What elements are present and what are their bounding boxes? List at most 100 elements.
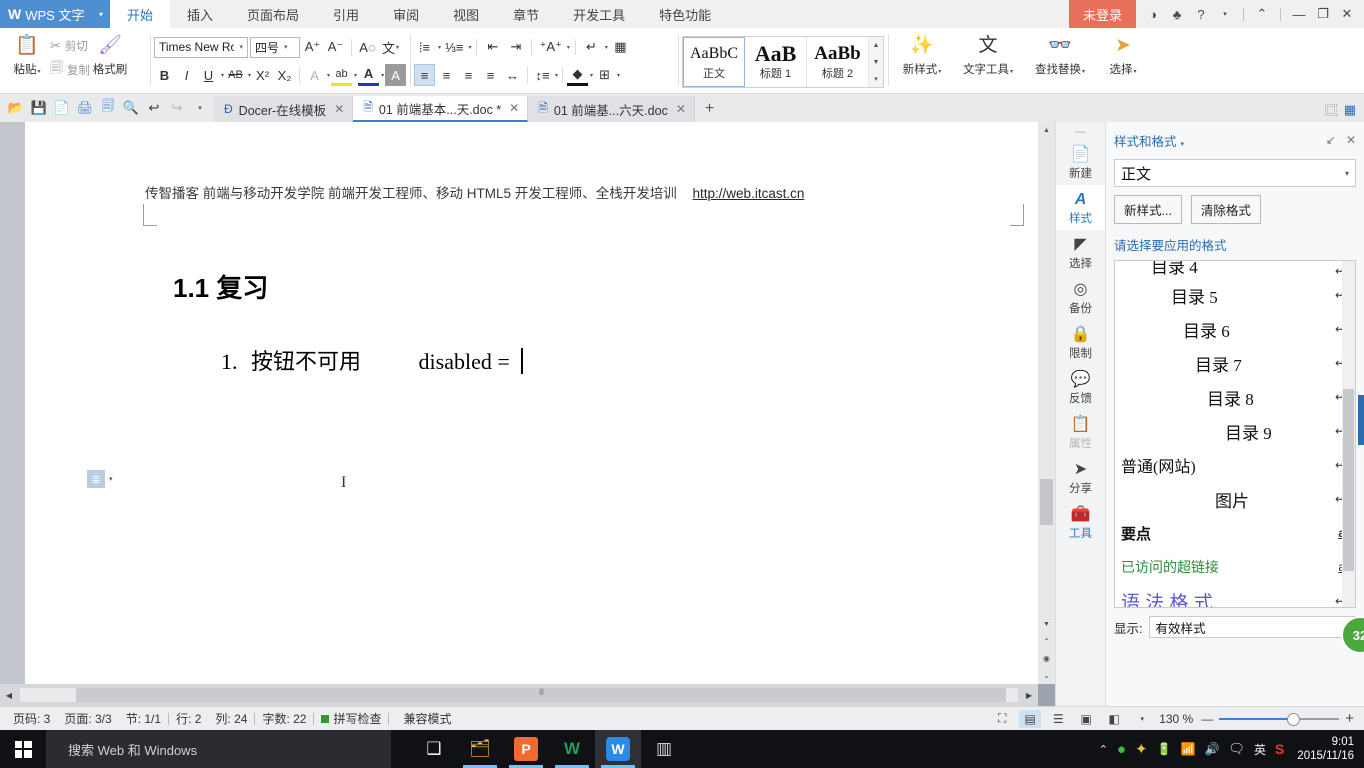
zoom-in-button[interactable]: + bbox=[1345, 710, 1354, 727]
help-icon[interactable]: ? bbox=[1190, 3, 1212, 25]
align-right-button[interactable]: ≡ bbox=[458, 64, 479, 86]
outline-view-button[interactable]: ☰ bbox=[1047, 710, 1069, 728]
shading-button[interactable]: ◆ bbox=[567, 64, 589, 86]
print-preview-icon[interactable]: 🗐 bbox=[98, 97, 118, 119]
zoom-slider[interactable] bbox=[1219, 712, 1340, 726]
select-button[interactable]: ➤ 选择▾ bbox=[1096, 31, 1150, 77]
style-gallery-item-normal[interactable]: AaBbC 正文 bbox=[683, 37, 745, 87]
chevron-down-icon[interactable]: ▾ bbox=[438, 44, 441, 51]
qat-more-icon[interactable]: ▾ bbox=[190, 97, 210, 119]
wps-brand-button[interactable]: W WPS 文字 ▾ bbox=[0, 0, 110, 28]
increase-indent-button[interactable]: ⇥ bbox=[505, 36, 526, 58]
scroll-right-icon[interactable]: ▶ bbox=[1020, 686, 1038, 704]
action-center-icon[interactable]: 🗨 bbox=[1228, 741, 1245, 757]
show-formatting-marks-button[interactable]: ↵ bbox=[581, 36, 602, 58]
export-pdf-icon[interactable]: 📄 bbox=[52, 97, 72, 119]
chevron-down-icon[interactable]: ▾ bbox=[381, 72, 384, 79]
style-list-item[interactable]: 图片 ↵ bbox=[1115, 482, 1355, 516]
wps-writer-button[interactable]: W bbox=[595, 730, 641, 768]
new-style-button[interactable]: 新样式... bbox=[1114, 195, 1182, 224]
full-screen-view-button[interactable]: ⛶ bbox=[991, 710, 1013, 728]
document-page[interactable]: 传智播客 前端与移动开发学院 前端开发工程师、移动 HTML5 开发工程师、全栈… bbox=[25, 122, 1038, 684]
pinyin-guide-button[interactable]: 文 ▾ bbox=[380, 36, 401, 58]
tab-references[interactable]: 引用 bbox=[316, 0, 376, 28]
scroll-thumb[interactable] bbox=[1343, 389, 1354, 571]
chevron-down-icon[interactable]: ▾ bbox=[1345, 169, 1349, 178]
chevron-down-icon[interactable]: ▾ bbox=[396, 44, 399, 51]
style-list-item[interactable]: 目录 7 ↵ bbox=[1115, 346, 1355, 380]
zoom-slider-handle[interactable] bbox=[1287, 712, 1301, 726]
style-list-item[interactable]: 普通(网站) ↵ bbox=[1115, 448, 1355, 482]
document-vertical-scrollbar[interactable]: ▲ ▼ ⌃ ◉ ⌄ bbox=[1038, 122, 1055, 684]
style-list-scrollbar[interactable] bbox=[1342, 261, 1355, 607]
align-center-button[interactable]: ≡ bbox=[436, 64, 457, 86]
style-list-item[interactable]: 语 法 格 式 ↵ bbox=[1115, 584, 1355, 608]
close-icon[interactable]: ✕ bbox=[334, 102, 344, 116]
chevron-down-icon[interactable]: ▾ bbox=[938, 69, 941, 75]
style-list-item[interactable]: 目录 4 ↵ bbox=[1115, 261, 1355, 278]
chevron-down-icon[interactable]: ▾ bbox=[1082, 69, 1085, 75]
chevron-down-icon[interactable]: ▾ bbox=[354, 72, 357, 79]
tab-special-features[interactable]: 特色功能 bbox=[642, 0, 728, 28]
bold-button[interactable]: B bbox=[154, 64, 175, 86]
start-button[interactable] bbox=[0, 730, 46, 768]
underline-button[interactable]: U bbox=[198, 64, 219, 86]
clear-format-button[interactable]: 清除格式 bbox=[1190, 195, 1261, 224]
borders-button[interactable]: ⊞ bbox=[594, 64, 615, 86]
save-icon[interactable]: 💾 bbox=[29, 97, 49, 119]
subscript-button[interactable]: X₂ bbox=[274, 64, 295, 86]
file-explorer-button[interactable]: 🗂 bbox=[457, 730, 503, 768]
scroll-up-icon[interactable]: ▲ bbox=[1038, 122, 1055, 139]
style-list-item[interactable]: 已访问的超链接 a bbox=[1115, 550, 1355, 584]
chevron-down-icon[interactable]: ▾ bbox=[555, 72, 558, 79]
collapse-ribbon-icon[interactable]: ⌃ bbox=[1251, 3, 1273, 25]
wps-presentation-button[interactable]: P bbox=[503, 730, 549, 768]
style-gallery-item-heading2[interactable]: AaBb 标题 2 bbox=[807, 37, 869, 87]
chevron-down-icon[interactable]: ▾ bbox=[37, 69, 40, 75]
update-icon[interactable]: ✦ bbox=[1135, 740, 1148, 758]
chevron-down-icon[interactable]: ▾ bbox=[1131, 710, 1153, 728]
rail-item-select[interactable]: ◤ 选择 bbox=[1056, 230, 1106, 275]
style-list-item[interactable]: 目录 5 ↵ bbox=[1115, 278, 1355, 312]
chevron-down-icon[interactable]: ▾ bbox=[1133, 69, 1136, 75]
copy-button[interactable]: 🗐 复制 bbox=[50, 59, 90, 81]
strikethrough-button[interactable]: AB bbox=[225, 64, 246, 86]
tab-page-layout[interactable]: 页面布局 bbox=[230, 0, 316, 28]
chevron-down-icon[interactable]: ▾ bbox=[1181, 141, 1185, 148]
current-style-combo[interactable]: 正文 ▾ bbox=[1114, 159, 1356, 187]
chevron-down-icon[interactable]: ▾ bbox=[248, 72, 251, 79]
rail-item-tools[interactable]: 🧰 工具 bbox=[1056, 500, 1106, 545]
scroll-down-icon[interactable]: ▼ bbox=[1038, 616, 1055, 633]
chevron-down-icon[interactable]: ▾ bbox=[468, 44, 471, 51]
text-tools-button[interactable]: 文 文字工具▾ bbox=[952, 31, 1024, 77]
scroll-thumb[interactable] bbox=[1040, 479, 1053, 525]
zoom-out-button[interactable]: — bbox=[1201, 712, 1213, 726]
ime-icon[interactable]: 英 bbox=[1254, 741, 1266, 758]
chevron-down-icon[interactable]: ▾ bbox=[221, 72, 224, 79]
scroll-track[interactable] bbox=[20, 688, 1018, 702]
distribute-button[interactable]: ↔ bbox=[502, 64, 523, 86]
close-icon[interactable]: ✕ bbox=[676, 102, 686, 116]
character-border-button[interactable]: A bbox=[304, 64, 325, 86]
table-grid-icon[interactable]: ▦ bbox=[610, 36, 631, 58]
scroll-thumb[interactable] bbox=[76, 688, 1006, 702]
shrink-font-button[interactable]: A⁻ bbox=[325, 36, 346, 58]
compass-icon[interactable]: ◑ bbox=[1142, 3, 1164, 25]
justify-button[interactable]: ≡ bbox=[480, 64, 501, 86]
style-list-item[interactable]: 目录 6 ↵ bbox=[1115, 312, 1355, 346]
reading-view-button[interactable]: ◧ bbox=[1103, 710, 1125, 728]
zoom-level-label[interactable]: 130 % bbox=[1159, 712, 1193, 726]
login-status-button[interactable]: 未登录 bbox=[1068, 0, 1136, 28]
style-list[interactable]: 目录 4 ↵ 目录 5 ↵ 目录 6 ↵ 目录 7 ↵ 目录 8 ↵ 目录 9 … bbox=[1114, 260, 1356, 608]
rail-item-feedback[interactable]: 💬 反馈 bbox=[1056, 365, 1106, 410]
bullet-list-button[interactable]: ⁞≡ bbox=[414, 36, 435, 58]
tab-start[interactable]: 开始 bbox=[110, 0, 171, 28]
gallery-more-icon[interactable]: ▾ bbox=[869, 71, 883, 88]
close-icon[interactable]: ✕ bbox=[1336, 3, 1358, 25]
character-shading-button[interactable]: A bbox=[385, 64, 407, 86]
chevron-down-icon[interactable]: ▾ bbox=[99, 10, 103, 19]
battery-icon[interactable]: 🔋 bbox=[1157, 742, 1172, 756]
minimize-icon[interactable]: — bbox=[1288, 3, 1310, 25]
skin-icon[interactable]: ♣ bbox=[1166, 3, 1188, 25]
new-style-button[interactable]: ✨ 新样式▾ bbox=[892, 31, 952, 77]
